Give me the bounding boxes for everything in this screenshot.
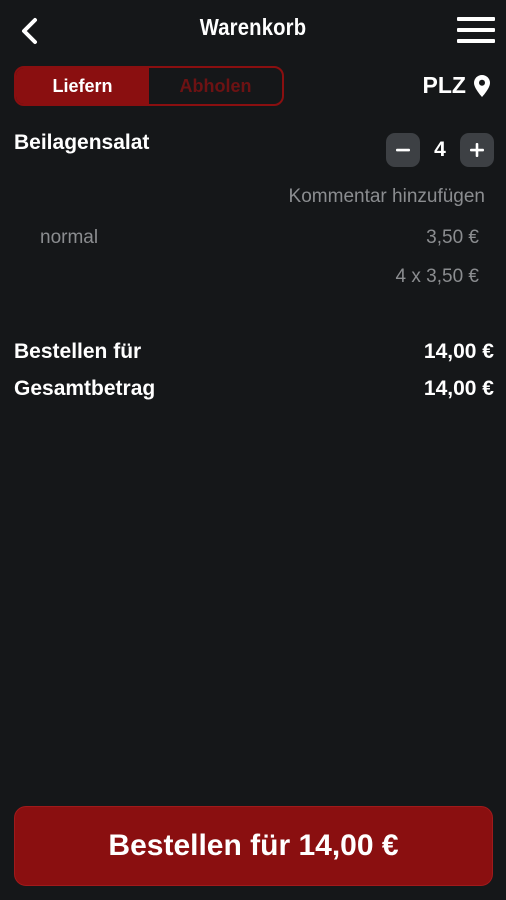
order-for-row: Bestellen für 14,00 € — [14, 340, 494, 364]
minus-icon — [396, 148, 410, 152]
map-pin-icon — [474, 74, 490, 97]
add-comment-link[interactable]: Kommentar hinzufügen — [289, 186, 485, 208]
delivery-mode-toggle: Liefern Abholen — [14, 66, 284, 106]
plus-icon — [470, 143, 484, 157]
tab-liefern[interactable]: Liefern — [16, 68, 149, 104]
place-order-button[interactable]: Bestellen für 14,00 € — [14, 806, 493, 886]
quantity-value: 4 — [434, 138, 446, 161]
item-unit-price: 3,50 € — [426, 227, 479, 248]
page-title: Warenkorb — [199, 14, 307, 40]
hamburger-menu-icon — [457, 39, 495, 43]
total-label: Gesamtbetrag — [14, 377, 156, 400]
quantity-stepper: 4 — [386, 133, 494, 167]
order-for-value: 14,00 € — [423, 340, 494, 363]
hamburger-menu-icon — [457, 28, 495, 32]
postal-code-button[interactable]: PLZ — [423, 72, 490, 99]
app-header: Warenkorb — [0, 0, 506, 60]
hamburger-menu-icon — [457, 17, 495, 21]
menu-button[interactable] — [457, 14, 497, 46]
tab-abholen[interactable]: Abholen — [149, 68, 282, 104]
order-for-label: Bestellen für — [14, 340, 142, 363]
total-row: Gesamtbetrag 14,00 € — [14, 377, 494, 401]
item-option-name: normal — [40, 227, 99, 248]
cart-item-name: Beilagensalat — [14, 131, 150, 154]
item-line-total: 4 x 3,50 € — [395, 266, 479, 287]
total-value: 14,00 € — [423, 377, 494, 400]
postal-code-label: PLZ — [422, 72, 466, 98]
increase-quantity-button[interactable] — [460, 133, 494, 167]
decrease-quantity-button[interactable] — [386, 133, 420, 167]
